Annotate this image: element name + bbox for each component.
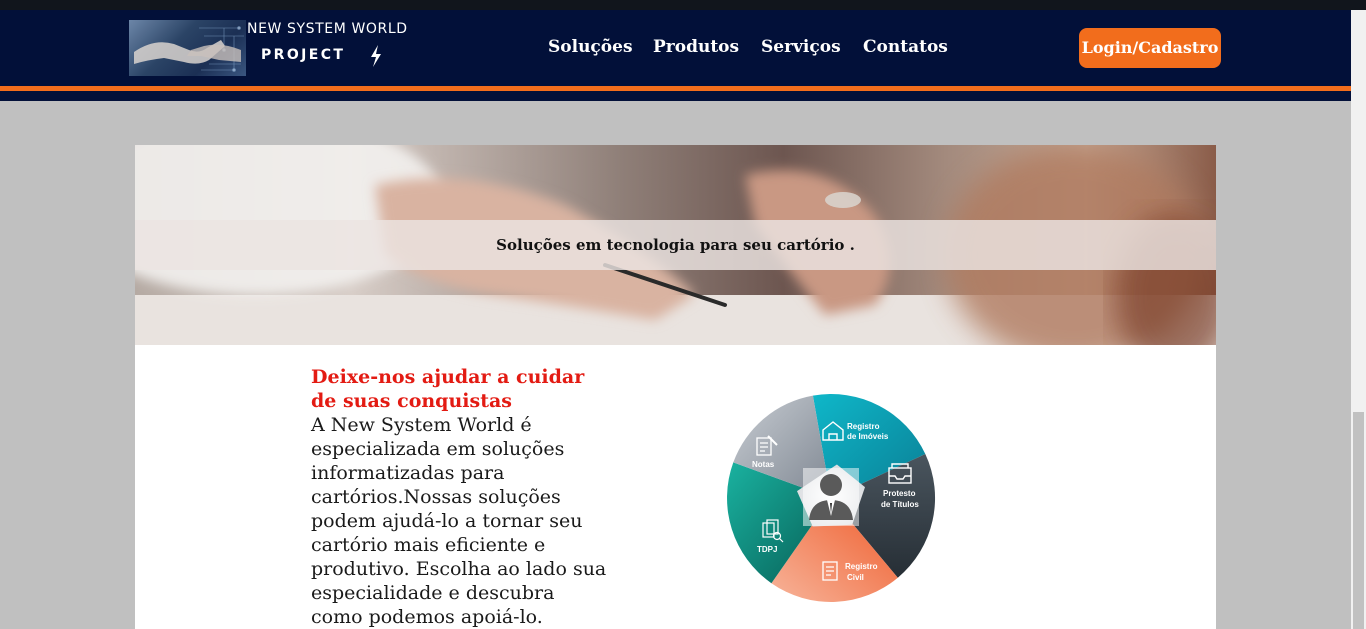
main-content: Deixe-nos ajudar a cuidar de suas conqui…: [135, 345, 1216, 629]
nav-link-contatos[interactable]: Contatos: [863, 37, 948, 57]
lightning-bolt-icon: [371, 45, 381, 67]
segment-label-imoveis: Registro: [847, 422, 880, 431]
logo-title: NEW SYSTEM WORLD: [247, 21, 408, 37]
segment-label-imoveis-2: de Imóveis: [847, 432, 889, 441]
section-paragraph: A New System World é especializada em so…: [311, 414, 607, 628]
segment-label-protesto-2: de Títulos: [881, 500, 919, 509]
login-button[interactable]: Login/Cadastro: [1079, 28, 1221, 68]
handshake-logo-image: [129, 20, 246, 76]
hero-tagline: Soluções em tecnologia para seu cartório…: [496, 236, 855, 254]
segment-label-civil: Registro: [845, 562, 878, 571]
browser-top-strip: [0, 0, 1366, 10]
nav-link-solucoes[interactable]: Soluções: [548, 37, 633, 57]
scrollbar-thumb[interactable]: [1353, 412, 1364, 629]
header-bottom-band: [0, 91, 1351, 101]
section-heading: Deixe-nos ajudar a cuidar de suas conqui…: [311, 366, 585, 412]
logo-subtitle: PROJECT: [261, 47, 346, 63]
site-logo[interactable]: NEW SYSTEM WORLD PROJECT: [129, 20, 407, 76]
specialties-wheel[interactable]: Registro de Imóveis Protesto de Títulos …: [725, 392, 937, 604]
segment-label-notas: Notas: [752, 460, 775, 469]
hero-banner: Soluções em tecnologia para seu cartório…: [135, 145, 1216, 345]
segment-label-tdpj: TDPJ: [757, 545, 777, 554]
person-icon: [803, 468, 859, 526]
segment-label-civil-2: Civil: [847, 573, 864, 582]
segment-label-protesto: Protesto: [883, 489, 916, 498]
nav-link-servicos[interactable]: Serviços: [761, 37, 841, 57]
nav-link-produtos[interactable]: Produtos: [653, 37, 739, 57]
